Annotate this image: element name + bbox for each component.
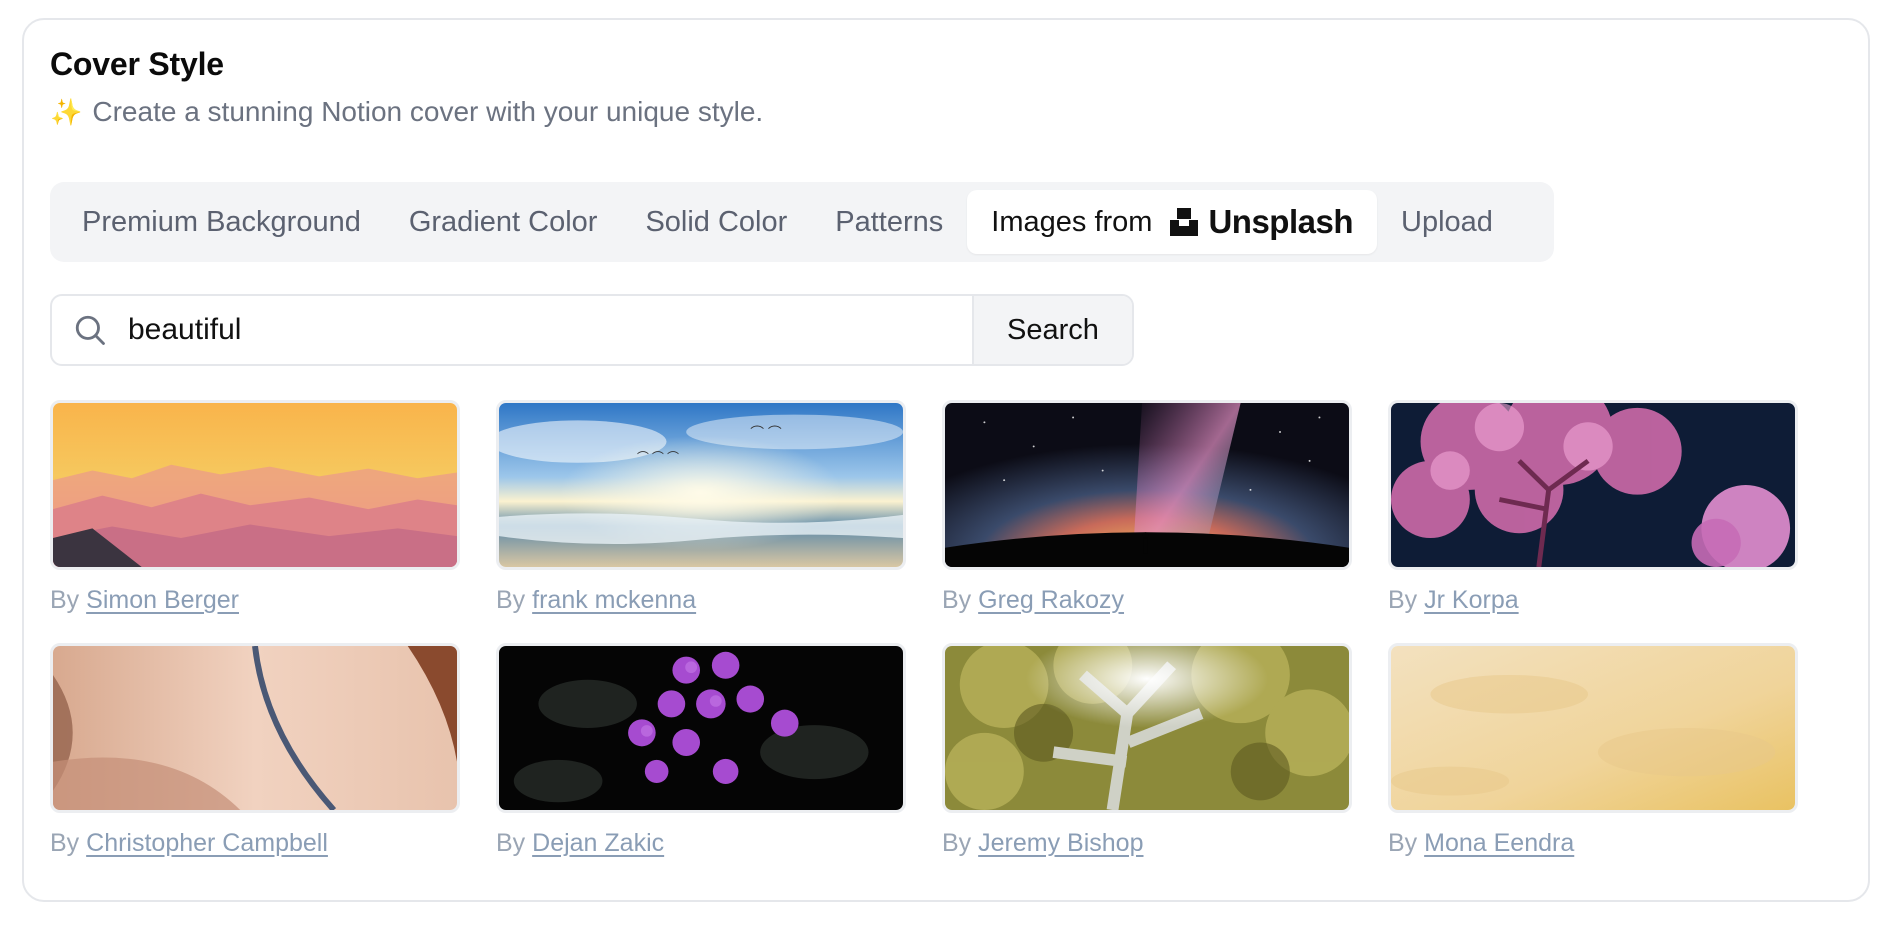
- image-thumbnail-purple-flowers[interactable]: [496, 643, 906, 813]
- image-result: By Christopher Campbell: [50, 643, 460, 858]
- image-result: By Greg Rakozy: [942, 400, 1352, 615]
- image-result: ⌒ ⌒ ⌒ ⌒ ⌒ By frank mckenna: [496, 400, 906, 615]
- author-link[interactable]: Greg Rakozy: [978, 586, 1124, 614]
- image-result: By Jr Korpa: [1388, 400, 1798, 615]
- tab-solid-color[interactable]: Solid Color: [621, 190, 811, 254]
- cover-style-tabs: Premium Background Gradient Color Solid …: [50, 182, 1554, 262]
- search-icon: [52, 296, 128, 364]
- image-credit: By Dejan Zakic: [496, 829, 665, 857]
- search-bar: Search: [50, 294, 1134, 366]
- image-credit: By Simon Berger: [50, 586, 239, 614]
- author-link[interactable]: Simon Berger: [86, 586, 239, 614]
- image-results-grid: By Simon Berger ⌒ ⌒ ⌒ ⌒ ⌒ By frank mcken…: [50, 400, 1798, 858]
- image-result: By Jeremy Bishop: [942, 643, 1352, 858]
- author-link[interactable]: Dejan Zakic: [532, 829, 664, 857]
- image-credit: By Mona Eendra: [1388, 829, 1575, 857]
- image-credit: By Jeremy Bishop: [942, 829, 1144, 857]
- unsplash-wordmark: Unsplash: [1208, 203, 1353, 240]
- svg-text:⌒ ⌒: ⌒ ⌒: [750, 425, 782, 440]
- image-result: By Dejan Zakic: [496, 643, 906, 858]
- unsplash-icon: [1170, 208, 1199, 236]
- sparkles-icon: ✨: [50, 96, 83, 127]
- subtitle-text: Create a stunning Notion cover with your…: [92, 96, 764, 127]
- author-link[interactable]: Mona Eendra: [1424, 829, 1574, 857]
- image-credit: By Christopher Campbell: [50, 829, 328, 857]
- search-button[interactable]: Search: [972, 296, 1132, 364]
- image-thumbnail-back-portrait[interactable]: [50, 643, 460, 813]
- panel-subtitle: ✨ Create a stunning Notion cover with yo…: [50, 96, 763, 128]
- image-thumbnail-milky-way[interactable]: [942, 400, 1352, 570]
- tab-gradient-color[interactable]: Gradient Color: [385, 190, 622, 254]
- unsplash-logo: Unsplash: [1168, 203, 1353, 241]
- author-link[interactable]: Jeremy Bishop: [978, 829, 1143, 857]
- tab-patterns[interactable]: Patterns: [811, 190, 967, 254]
- svg-text:⌒ ⌒ ⌒: ⌒ ⌒ ⌒: [637, 451, 679, 464]
- tab-upload[interactable]: Upload: [1377, 190, 1517, 254]
- image-thumbnail-beach-birds[interactable]: ⌒ ⌒ ⌒ ⌒ ⌒: [496, 400, 906, 570]
- tab-images-from-unsplash[interactable]: Images from Unsplash: [967, 190, 1377, 254]
- image-thumbnail-sunlit-tree[interactable]: [942, 643, 1352, 813]
- image-result: By Simon Berger: [50, 400, 460, 615]
- image-thumbnail-pink-tree[interactable]: [1388, 400, 1798, 570]
- tab-images-label: Images from: [991, 205, 1153, 238]
- panel-title: Cover Style: [50, 46, 224, 82]
- image-thumbnail-sunset-mountains[interactable]: [50, 400, 460, 570]
- author-link[interactable]: frank mckenna: [532, 586, 696, 614]
- image-result: By Mona Eendra: [1388, 643, 1798, 858]
- author-link[interactable]: Jr Korpa: [1424, 586, 1518, 614]
- image-credit: By Jr Korpa: [1388, 586, 1519, 614]
- image-thumbnail-yellow-texture[interactable]: [1388, 643, 1798, 813]
- image-credit: By frank mckenna: [496, 586, 697, 614]
- search-input[interactable]: [128, 296, 972, 364]
- tab-premium-background[interactable]: Premium Background: [58, 190, 385, 254]
- image-credit: By Greg Rakozy: [942, 586, 1125, 614]
- author-link[interactable]: Christopher Campbell: [86, 829, 328, 857]
